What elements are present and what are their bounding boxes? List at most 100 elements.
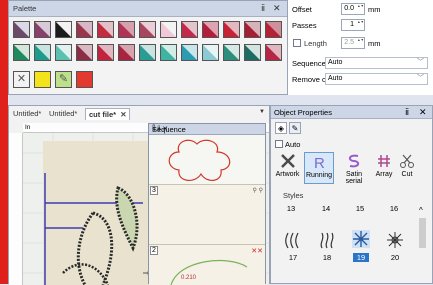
palette-panel: Palette ⅱ ✕ ✕ ✎ [8, 0, 288, 95]
close-icon[interactable]: ✕ [273, 3, 281, 14]
color-swatch[interactable] [160, 21, 177, 38]
styles-scrollbar-thumb[interactable] [419, 218, 426, 248]
options-panel: Offset 0.0 mm Passes 1 Length 2.5 mm Seq… [288, 0, 433, 95]
close-icon[interactable]: ✕ [419, 107, 427, 118]
artwork-icon [280, 154, 295, 168]
object-properties-panel: Object Properties ⅱ ✕ ◈ ✎ Auto Artwork R… [270, 105, 433, 284]
object-properties-title: Object Properties [274, 108, 332, 117]
yellow-swatch[interactable] [34, 71, 51, 88]
running-stitch-icon: R [314, 155, 325, 170]
outline-tab-icon[interactable]: ✎ [289, 122, 301, 134]
sequence-select[interactable]: Auto ﹀ [325, 57, 428, 69]
tab-cut-file-label: cut file* [89, 110, 117, 119]
artwork-label: Artwork [275, 171, 300, 178]
color-swatch[interactable] [181, 44, 198, 61]
visibility-icon[interactable]: ⚲ ⚲ [253, 187, 263, 194]
passes-stepper[interactable]: 1 [341, 19, 365, 31]
auto-label: Auto [285, 140, 301, 149]
color-swatch[interactable] [13, 21, 30, 38]
red-swatch[interactable] [76, 71, 93, 88]
color-swatch[interactable] [202, 44, 219, 61]
color-swatch[interactable] [55, 21, 72, 38]
sequence-item-3[interactable]: 3 ⚲ ⚲ [149, 184, 265, 244]
chevron-down-icon: ﹀ [417, 59, 424, 66]
fill-tab-icon[interactable]: ◈ [275, 122, 287, 134]
satin-serial-tool-button[interactable]: Satin serial [337, 153, 371, 185]
style-number-selected[interactable]: 19 [353, 253, 369, 262]
satin-serial-label: Satin serial [345, 171, 363, 185]
style-number: 17 [288, 253, 298, 262]
offset-stepper[interactable]: 0.0 [341, 3, 365, 15]
style-number: 13 [286, 204, 296, 213]
no-color-icon[interactable]: ✕ [13, 71, 30, 88]
color-swatch[interactable] [13, 44, 30, 61]
color-swatch[interactable] [76, 44, 93, 61]
array-tool-button[interactable]: Array [373, 153, 395, 178]
styles-label: Styles [283, 191, 304, 200]
color-swatch[interactable] [244, 44, 261, 61]
offset-label: Offset [292, 5, 312, 14]
array-label: Array [375, 171, 393, 178]
close-tab-icon[interactable]: ✕ [120, 110, 126, 119]
color-swatch[interactable] [160, 44, 177, 61]
color-swatch[interactable] [118, 44, 135, 61]
length-checkbox[interactable] [293, 39, 301, 47]
ruler-unit-label: In [25, 124, 31, 131]
tab-untitled-2[interactable]: Untitled* [49, 109, 77, 118]
color-swatch[interactable] [139, 21, 156, 38]
ruler-mark-label: 0.210 [181, 275, 197, 281]
sequence-item-number: 3 [150, 186, 158, 195]
color-swatch[interactable] [181, 21, 198, 38]
auto-checkbox[interactable] [275, 140, 283, 148]
running-label: Running [305, 172, 333, 179]
eyedropper-icon[interactable]: ✎ [55, 71, 72, 88]
color-swatch[interactable] [34, 21, 51, 38]
length-unit: mm [368, 39, 381, 48]
color-swatch[interactable] [34, 44, 51, 61]
artwork-tool-button[interactable]: Artwork [274, 153, 301, 178]
color-swatch[interactable] [223, 21, 240, 38]
flower-outline-preview[interactable] [157, 138, 237, 183]
length-label: Length [304, 39, 327, 48]
palette-title-bar: Palette ⅱ ✕ [9, 1, 287, 17]
color-swatch[interactable] [76, 21, 93, 38]
remove-overlaps-select[interactable]: Auto ﹀ [325, 73, 428, 85]
sequence-title-bar: Sequence ⅱ ⅱ ✕ ^ [149, 124, 265, 135]
tab-list-dropdown-icon[interactable]: ▼ [259, 109, 265, 115]
style-number: 16 [389, 204, 399, 213]
pin-icon[interactable]: ⅱ [405, 107, 409, 118]
style-thumbnail-17[interactable] [284, 231, 302, 249]
pin-icon[interactable]: ⅱ [261, 3, 265, 14]
color-swatch[interactable] [118, 21, 135, 38]
style-thumbnail-18[interactable] [318, 231, 336, 249]
array-icon [378, 155, 390, 167]
panel-splitter[interactable] [8, 95, 433, 105]
sequence-item-2[interactable]: 2 ✕✕ [149, 244, 265, 285]
color-swatch[interactable] [97, 44, 114, 61]
tab-untitled-1[interactable]: Untitled* [13, 109, 41, 118]
remove-item-icon[interactable]: ✕✕ [251, 247, 263, 255]
passes-label: Passes [292, 21, 317, 30]
color-swatch[interactable] [139, 44, 156, 61]
color-swatch[interactable] [244, 21, 261, 38]
running-tool-button[interactable]: R Running [304, 152, 334, 184]
color-swatch[interactable] [202, 21, 219, 38]
object-properties-title-bar: Object Properties ⅱ ✕ [271, 106, 432, 119]
color-swatch[interactable] [223, 44, 240, 61]
styles-scroll-up-icon[interactable]: ^ [419, 206, 423, 215]
sequence-value: Auto [328, 59, 343, 66]
length-stepper[interactable]: 2.5 [341, 37, 365, 49]
style-number: 14 [321, 204, 331, 213]
cut-tool-button[interactable]: Cut [396, 153, 418, 178]
style-thumbnail-20[interactable] [386, 231, 404, 249]
sequence-item-number: 2 [150, 246, 158, 255]
scroll-up-icon[interactable]: ^ [152, 124, 264, 131]
style-thumbnail-19[interactable] [352, 230, 370, 248]
cut-label: Cut [401, 171, 413, 178]
tab-cut-file[interactable]: cut file* ✕ [85, 108, 131, 120]
color-swatch[interactable] [265, 44, 282, 61]
color-swatch[interactable] [97, 21, 114, 38]
color-swatch[interactable] [265, 21, 282, 38]
scissors-icon [400, 154, 414, 168]
color-swatch[interactable] [55, 44, 72, 61]
